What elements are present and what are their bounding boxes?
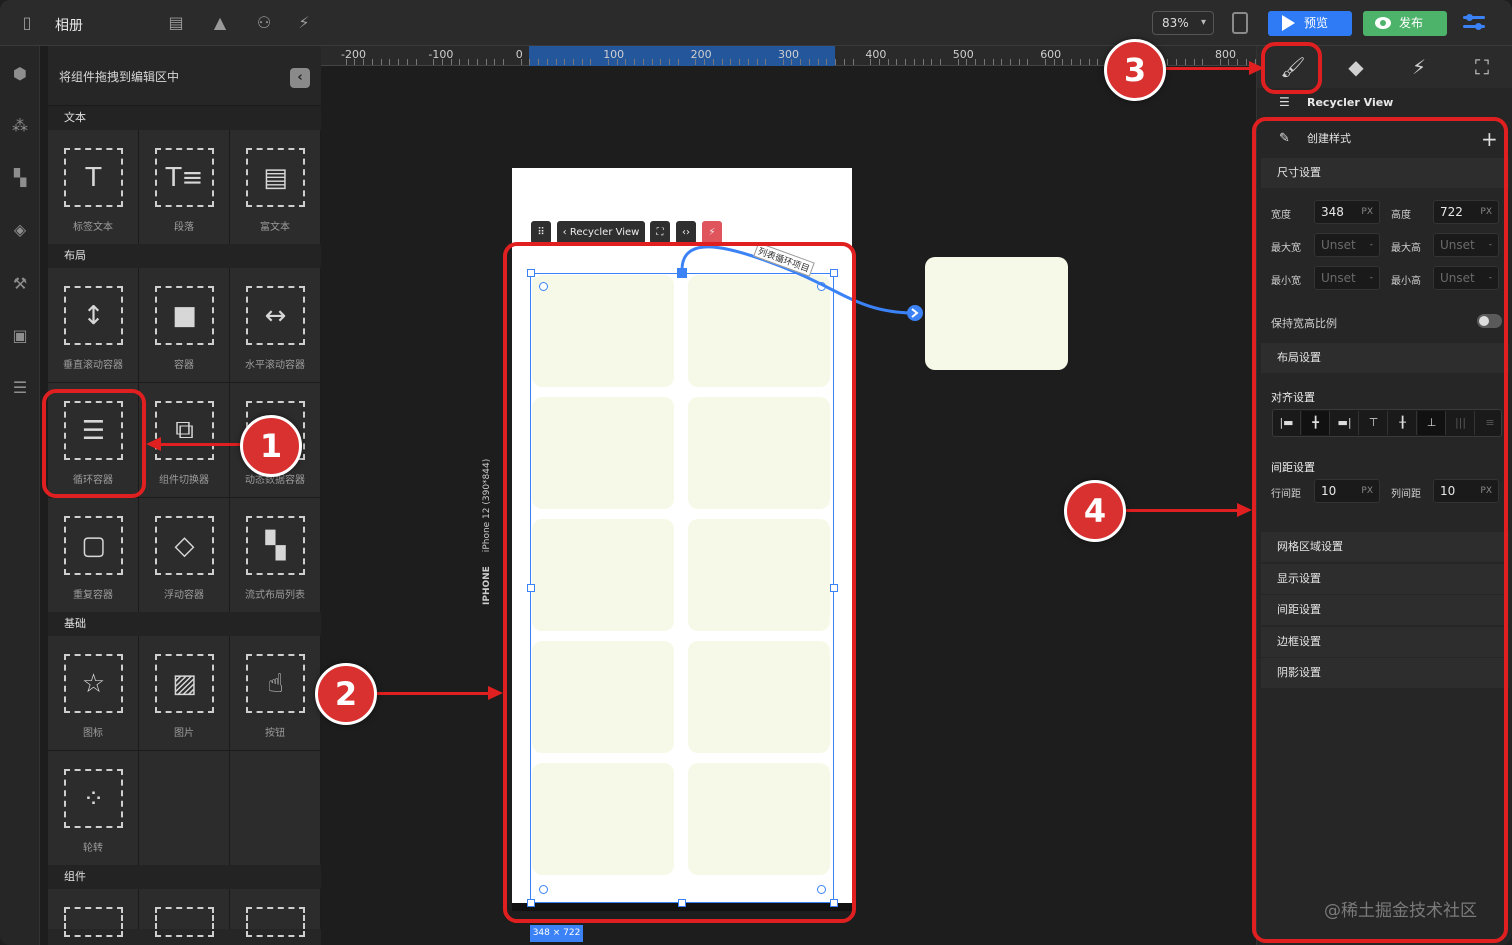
highlight-box-canvas [503, 242, 856, 923]
watermark: @稀土掘金技术社区 [1324, 901, 1477, 921]
tab-data-icon[interactable]: ⛶ [1468, 54, 1496, 80]
app-window: ▯ 相册 ▤ ▲ ⚇ ⚡ 83% ▾ 预览 发布 ⬢ ⁂ ▚ ◈ ⚒ ▣ ☰ 将组… [0, 0, 1512, 945]
arrow-1 [160, 443, 240, 446]
arrow-4 [1126, 509, 1238, 512]
arrow-2-head [488, 686, 503, 700]
arrow-3-head [1249, 61, 1264, 75]
tab-component-icon[interactable]: ◆ [1342, 54, 1370, 80]
selected-component-name: Recycler View [1307, 96, 1394, 109]
annotation-marker-3: 3 [1104, 39, 1166, 101]
tab-events-lightning-icon[interactable]: ⚡ [1405, 54, 1433, 80]
highlight-box-component [42, 389, 146, 498]
highlight-box-style-tab [1261, 42, 1322, 94]
annotation-marker-1: 1 [240, 415, 302, 477]
annotation-marker-4: 4 [1064, 480, 1126, 542]
highlight-box-properties [1252, 117, 1508, 943]
recycler-item-template[interactable] [925, 257, 1068, 370]
annotation-marker-2: 2 [315, 663, 377, 725]
arrow-3 [1166, 67, 1250, 70]
database-icon: ☰ [1279, 95, 1290, 109]
arrow-2 [376, 692, 488, 695]
size-badge: 348 × 722 [530, 925, 583, 942]
arrow-4-head [1237, 503, 1252, 517]
arrow-1-head [146, 437, 161, 451]
